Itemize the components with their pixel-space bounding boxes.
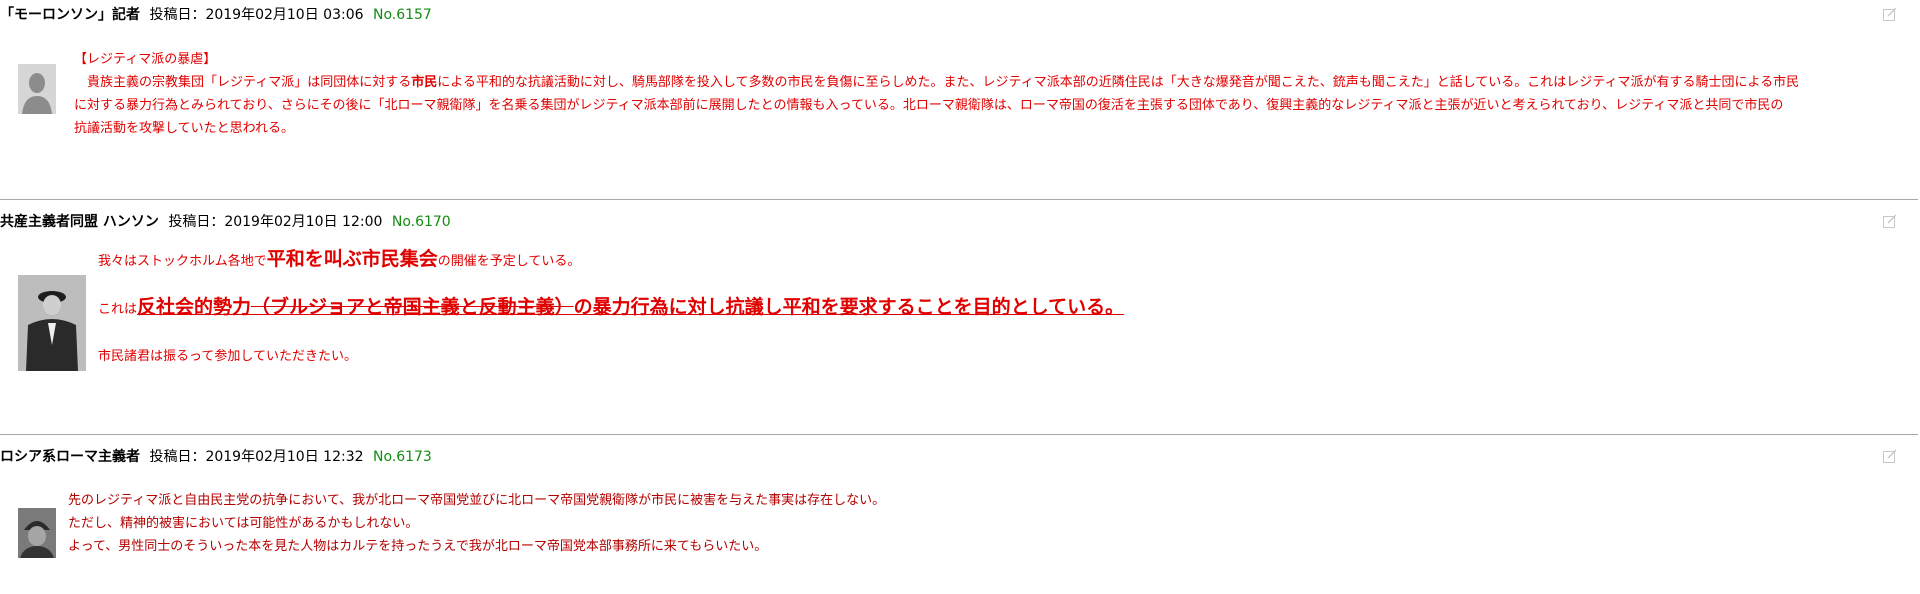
edit-icon[interactable] <box>1882 213 1898 229</box>
avatar <box>18 64 56 114</box>
avatar <box>18 508 56 558</box>
post-divider <box>0 199 1918 200</box>
body-line: 先のレジティマ派と自由民主党の抗争において、我が北ローマ帝国党並びに北ローマ帝国… <box>68 493 886 508</box>
body-text-segment: 貴族主義の宗教集団「レジティマ派」は同団体に対する <box>74 75 412 90</box>
post-author: 「モーロンソン」記者 <box>0 7 140 23</box>
body-text-bold: 市民 <box>411 75 438 90</box>
post-body: 【レジティマ派の暴虐】 貴族主義の宗教集団「レジティマ派」は同団体に対する市民に… <box>74 48 1799 140</box>
post-date: 2019年02月10日 03:06 <box>205 7 364 23</box>
post-date: 2019年02月10日 12:00 <box>224 214 383 230</box>
post-author: 共産主義者同盟 ハンソン <box>0 214 159 230</box>
post-6173: ロシア系ローマ主義者 投稿日：2019年02月10日 12:32 No.6173… <box>0 448 1920 594</box>
body-line: 貴族主義の宗教集団「レジティマ派」は同団体に対する市民による平和的な抗議活動に対… <box>74 71 1799 94</box>
post-header: 「モーロンソン」記者 投稿日：2019年02月10日 03:06 No.6157 <box>0 6 432 24</box>
body-text-segment: 我々はストックホルム各地で <box>98 254 267 269</box>
post-date-label: 投稿日： <box>168 214 225 230</box>
body-text-emphasis: 平和を叫ぶ市民集会 <box>266 248 438 270</box>
post-6170: 共産主義者同盟 ハンソン 投稿日：2019年02月10日 12:00 No.61… <box>0 213 1920 413</box>
post-body: 先のレジティマ派と自由民主党の抗争において、我が北ローマ帝国党並びに北ローマ帝国… <box>68 489 885 558</box>
body-line: 我々はストックホルム各地で平和を叫ぶ市民集会の開催を予定している。 <box>98 247 1124 273</box>
edit-icon[interactable] <box>1882 448 1898 464</box>
body-line: 市民諸君は振るって参加していただきたい。 <box>98 349 357 364</box>
body-text-segment: による平和的な抗議活動に対し、騎馬部隊を投入して多数の市民を負傷に至らしめた。ま… <box>437 75 1800 90</box>
post-date-label: 投稿日： <box>149 449 206 465</box>
post-author: ロシア系ローマ主義者 <box>0 449 140 465</box>
post-date-label: 投稿日： <box>149 7 206 23</box>
body-text-strikethrough: （ブルジョアと帝国主義と反動主義） <box>251 296 574 318</box>
post-body: 我々はストックホルム各地で平和を叫ぶ市民集会の開催を予定している。 これは反社会… <box>98 247 1124 369</box>
post-number[interactable]: No.6173 <box>373 449 432 465</box>
body-line: に対する暴力行為とみられており、さらにその後に「北ローマ親衛隊」を名乗る集団がレ… <box>74 98 1784 113</box>
post-header: ロシア系ローマ主義者 投稿日：2019年02月10日 12:32 No.6173 <box>0 448 432 466</box>
post-6157: 「モーロンソン」記者 投稿日：2019年02月10日 03:06 No.6157… <box>0 6 1920 156</box>
body-line: 抗議活動を攻撃していたと思われる。 <box>74 121 294 136</box>
body-text-emphasis: 反社会的勢力 <box>137 296 252 318</box>
post-number[interactable]: No.6170 <box>392 214 451 230</box>
post-title: 【レジティマ派の暴虐】 <box>74 52 217 67</box>
post-number[interactable]: No.6157 <box>373 7 432 23</box>
body-line: よって、男性同士のそういった本を見た人物はカルテを持ったうえで我が北ローマ帝国党… <box>68 539 768 554</box>
body-line: これは反社会的勢力（ブルジョアと帝国主義と反動主義）の暴力行為に対し抗議し平和を… <box>98 295 1124 323</box>
body-line: ただし、精神的被害においては可能性があるかもしれない。 <box>68 516 419 531</box>
body-text-segment: の開催を予定している。 <box>437 254 581 269</box>
edit-icon[interactable] <box>1882 6 1898 22</box>
body-text-segment: これは <box>98 302 138 317</box>
post-header: 共産主義者同盟 ハンソン 投稿日：2019年02月10日 12:00 No.61… <box>0 213 451 231</box>
post-date: 2019年02月10日 12:32 <box>205 449 364 465</box>
body-text-emphasis: の暴力行為に対し抗議し平和を要求することを目的としている。 <box>573 296 1125 318</box>
avatar <box>18 275 86 371</box>
post-divider <box>0 434 1918 435</box>
